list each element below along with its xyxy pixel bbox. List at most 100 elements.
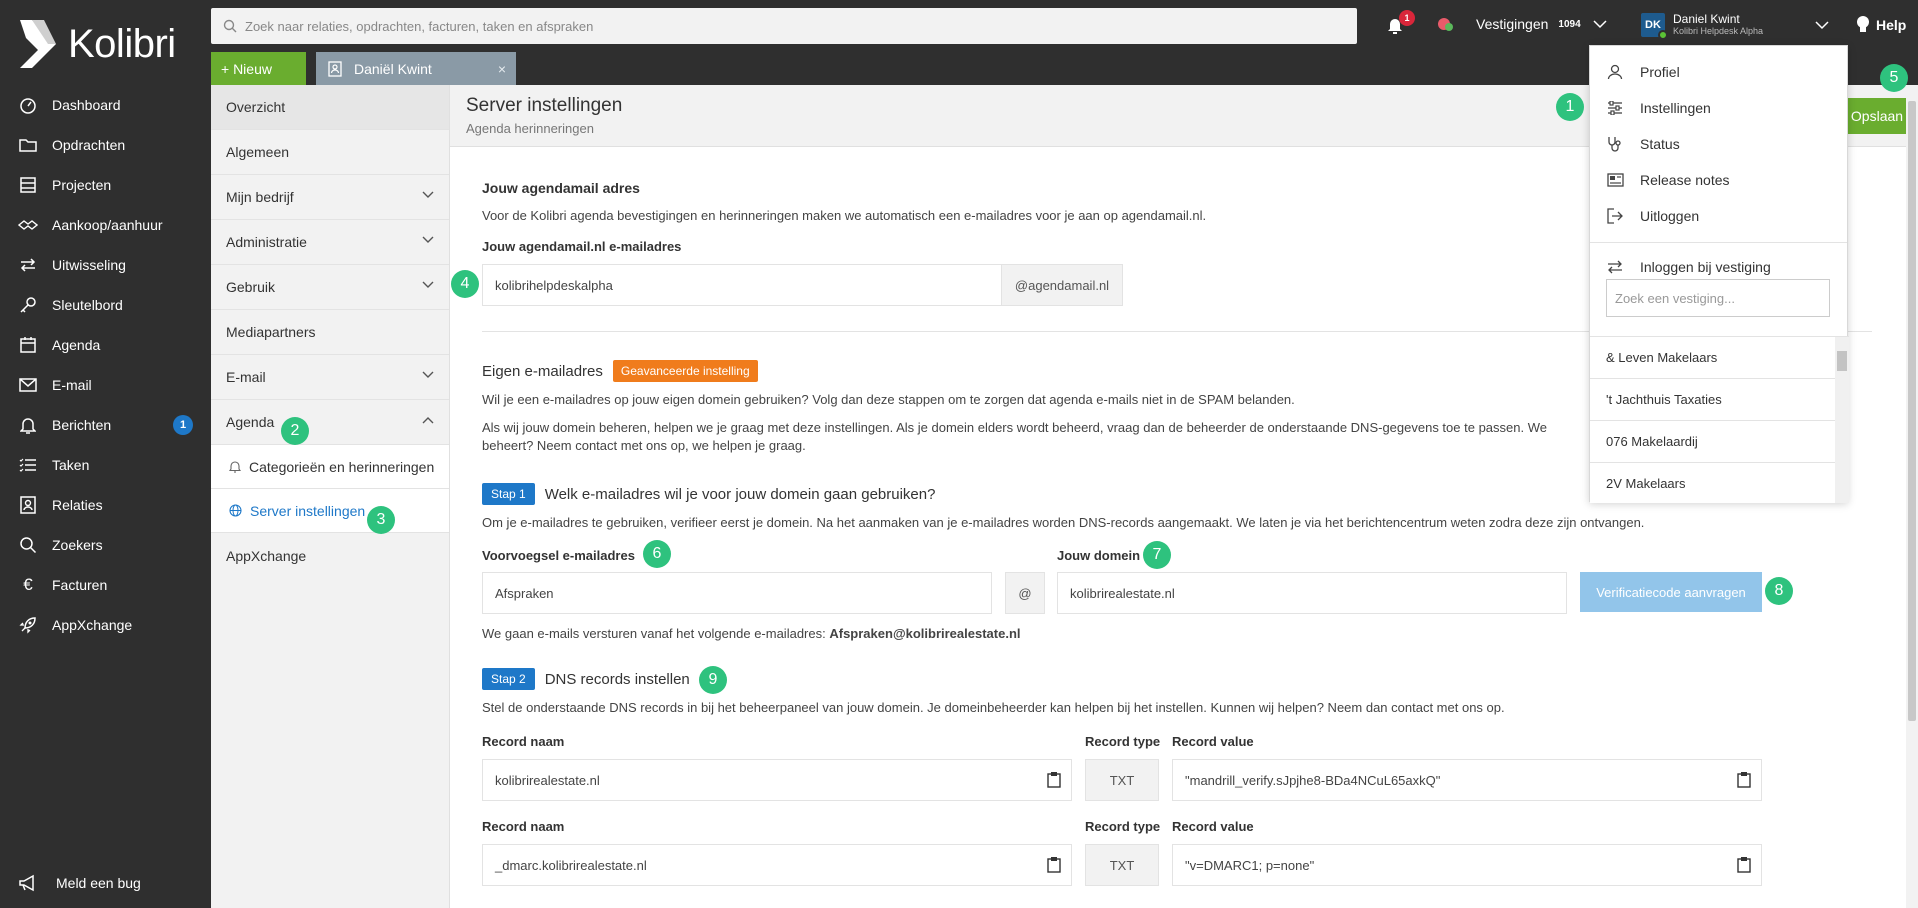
- nav-label: Relaties: [52, 497, 103, 513]
- subnav-appxchange[interactable]: AppXchange: [211, 533, 449, 578]
- subnav-agenda[interactable]: Agenda: [211, 400, 449, 445]
- nav-label: Sleutelbord: [52, 297, 123, 313]
- nav-uitwisseling[interactable]: Uitwisseling: [0, 245, 211, 285]
- step-marker-2: 2: [281, 417, 309, 445]
- domain-label: Jouw domein: [1057, 548, 1141, 563]
- branch-item[interactable]: & Leven Makelaars: [1590, 337, 1835, 379]
- menu-instellingen[interactable]: Instellingen: [1590, 90, 1847, 126]
- prefix-input[interactable]: [495, 585, 991, 601]
- help-button[interactable]: Help: [1856, 15, 1906, 35]
- domain-input[interactable]: [1070, 585, 1566, 601]
- own-email-intro: Wil je een e-mailadres op jouw eigen dom…: [482, 392, 1295, 407]
- exchange-icon: [18, 255, 38, 275]
- clipboard-icon[interactable]: [1737, 856, 1751, 876]
- subnav-label: Mijn bedrijf: [226, 189, 294, 205]
- menu-release-notes[interactable]: Release notes: [1590, 162, 1847, 198]
- branch-list-scrollbar[interactable]: [1835, 337, 1849, 503]
- clipboard-icon[interactable]: [1047, 856, 1061, 876]
- agendamail-input[interactable]: [495, 277, 1001, 293]
- step-marker-6: 6: [643, 540, 671, 568]
- folder-icon: [18, 135, 38, 155]
- stethoscope-icon: [1606, 135, 1624, 153]
- step2-badge: Stap 2: [482, 668, 535, 690]
- vestigingen-selector[interactable]: Vestigingen 1094: [1476, 16, 1607, 32]
- agendamail-field[interactable]: [482, 264, 1002, 306]
- clipboard-icon[interactable]: [1737, 771, 1751, 791]
- branch-item[interactable]: 076 Makelaardij: [1590, 421, 1835, 463]
- nav-label: Aankoop/aanhuur: [52, 217, 163, 233]
- subnav-gebruik[interactable]: Gebruik: [211, 265, 449, 310]
- subnav-administratie[interactable]: Administratie: [211, 220, 449, 265]
- subnav-overzicht[interactable]: Overzicht: [211, 85, 449, 130]
- nav-aankoop[interactable]: Aankoop/aanhuur: [0, 205, 211, 245]
- global-search-input[interactable]: [245, 18, 1357, 34]
- report-bug-link[interactable]: Meld een bug: [18, 868, 141, 898]
- nav-relaties[interactable]: Relaties: [0, 485, 211, 525]
- page-scrollbar[interactable]: [1906, 85, 1918, 908]
- new-button[interactable]: + Nieuw: [211, 52, 306, 85]
- nav-label: Opdrachten: [52, 137, 126, 153]
- branch-search-field[interactable]: [1606, 279, 1830, 317]
- subnav-email[interactable]: E-mail: [211, 355, 449, 400]
- lightbulb-icon: [1857, 16, 1869, 32]
- nav-dashboard[interactable]: Dashboard: [0, 85, 211, 125]
- page-scrollbar-thumb[interactable]: [1908, 101, 1916, 721]
- rocket-icon: [18, 615, 38, 635]
- nav-opdrachten[interactable]: Opdrachten: [0, 125, 211, 165]
- record-name-field[interactable]: kolibrirealestate.nl: [482, 759, 1072, 801]
- menu-profiel[interactable]: Profiel: [1590, 54, 1847, 90]
- contact-card-icon: [328, 60, 342, 77]
- subnav-mediapartners[interactable]: Mediapartners: [211, 310, 449, 355]
- record-value-field[interactable]: "v=DMARC1; p=none": [1172, 844, 1762, 886]
- request-verification-button[interactable]: Verificatiecode aanvragen: [1580, 572, 1762, 612]
- nav-agenda[interactable]: Agenda: [0, 325, 211, 365]
- agendamail-heading: Jouw agendamail adres: [482, 180, 640, 196]
- menu-status[interactable]: Status: [1590, 126, 1847, 162]
- branch-search-input[interactable]: [1615, 290, 1829, 306]
- chevron-down-icon: [422, 191, 434, 198]
- subnav-label: Mediapartners: [226, 324, 316, 340]
- step2-title: DNS records instellen: [544, 670, 690, 688]
- tab-user-daniel-kwint[interactable]: Daniël Kwint ×: [316, 52, 516, 85]
- record-value-field[interactable]: "mandrill_verify.sJpjhe8-BDa4NCuL65axkQ": [1172, 759, 1762, 801]
- subnav-categorieen-herinneringen[interactable]: Categorieën en herinneringen: [211, 445, 449, 489]
- close-icon[interactable]: ×: [498, 61, 506, 77]
- chevron-up-icon: [422, 417, 434, 424]
- kolibri-logo[interactable]: Kolibri: [18, 18, 176, 70]
- subnav-algemeen[interactable]: Algemeen: [211, 130, 449, 175]
- dashboard-icon: [18, 95, 38, 115]
- app-status-icon[interactable]: [1436, 15, 1456, 35]
- subnav-label: Overzicht: [226, 99, 286, 115]
- clipboard-icon[interactable]: [1047, 771, 1061, 791]
- send-from-address: Afspraken@kolibrirealestate.nl: [829, 626, 1021, 641]
- domain-field[interactable]: [1057, 572, 1567, 614]
- subnav-mijn-bedrijf[interactable]: Mijn bedrijf: [211, 175, 449, 220]
- menu-label: Profiel: [1640, 64, 1680, 80]
- nav-taken[interactable]: Taken: [0, 445, 211, 485]
- calendar-icon: [18, 335, 38, 355]
- nav-facturen[interactable]: € Facturen: [0, 565, 211, 605]
- branch-item[interactable]: 't Jachthuis Taxaties: [1590, 379, 1835, 421]
- user-menu-button[interactable]: DK Daniel Kwint Kolibri Helpdesk Alpha: [1641, 13, 1829, 40]
- nav-zoekers[interactable]: Zoekers: [0, 525, 211, 565]
- prefix-field[interactable]: [482, 572, 992, 614]
- record-name-field[interactable]: _dmarc.kolibrirealestate.nl: [482, 844, 1072, 886]
- global-search[interactable]: [211, 8, 1357, 44]
- save-button[interactable]: Opslaan: [1840, 98, 1914, 134]
- nav-berichten[interactable]: Berichten 1: [0, 405, 211, 445]
- subnav-server-instellingen[interactable]: Server instellingen: [211, 489, 449, 533]
- nav-appxchange[interactable]: AppXchange: [0, 605, 211, 645]
- menu-uitloggen[interactable]: Uitloggen: [1590, 198, 1847, 234]
- subnav-label: Agenda: [226, 414, 275, 430]
- nav-sleutelbord[interactable]: Sleutelbord: [0, 285, 211, 325]
- nav-email[interactable]: E-mail: [0, 365, 211, 405]
- help-label: Help: [1876, 17, 1907, 33]
- notifications-button[interactable]: 1: [1387, 10, 1415, 34]
- branch-list-scrollbar-thumb[interactable]: [1837, 351, 1847, 371]
- step1-title: Welk e-mailadres wil je voor jouw domein…: [544, 485, 936, 503]
- nav-projecten[interactable]: Projecten: [0, 165, 211, 205]
- branch-item[interactable]: 2V Makelaars: [1590, 463, 1835, 503]
- avatar: DK: [1641, 13, 1668, 40]
- online-status-dot: [1658, 30, 1668, 40]
- nav-label: Zoekers: [52, 537, 103, 553]
